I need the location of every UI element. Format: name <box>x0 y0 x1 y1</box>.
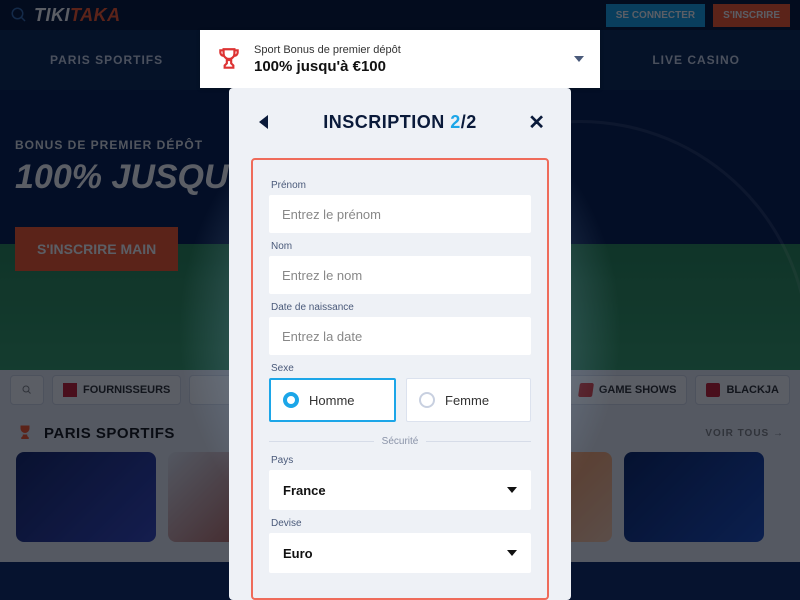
close-icon[interactable]: ✕ <box>528 110 545 135</box>
radio-dot-icon <box>419 392 435 408</box>
radio-dot-icon <box>283 392 299 408</box>
registration-modal: INSCRIPTION 2/2 ✕ Prénom Nom Date de nai… <box>229 88 571 600</box>
bonus-line2: 100% jusqu'à €100 <box>254 58 401 75</box>
label-devise: Devise <box>271 518 531 529</box>
firstname-input[interactable] <box>269 195 531 233</box>
caret-down-icon <box>507 487 517 493</box>
modal-header: INSCRIPTION 2/2 ✕ <box>229 88 571 156</box>
bonus-line1: Sport Bonus de premier dépôt <box>254 44 401 56</box>
back-arrow-icon[interactable] <box>259 115 268 129</box>
currency-select[interactable]: Euro <box>269 533 531 573</box>
label-dob: Date de naissance <box>271 302 531 313</box>
modal-title: INSCRIPTION 2/2 <box>323 112 477 133</box>
select-value: France <box>283 483 326 498</box>
gender-radio-group: Homme Femme <box>269 378 531 422</box>
radio-label: Homme <box>309 393 355 408</box>
radio-femme[interactable]: Femme <box>406 378 531 422</box>
bonus-banner[interactable]: Sport Bonus de premier dépôt 100% jusqu'… <box>200 30 600 88</box>
label-sexe: Sexe <box>271 363 531 374</box>
dob-input[interactable] <box>269 317 531 355</box>
country-select[interactable]: France <box>269 470 531 510</box>
trophy-icon <box>216 46 242 72</box>
radio-label: Femme <box>445 393 489 408</box>
chevron-down-icon[interactable] <box>574 56 584 62</box>
lastname-input[interactable] <box>269 256 531 294</box>
section-divider-securite: Sécurité <box>269 436 531 447</box>
label-pays: Pays <box>271 455 531 466</box>
select-value: Euro <box>283 546 313 561</box>
radio-homme[interactable]: Homme <box>269 378 396 422</box>
label-prenom: Prénom <box>271 180 531 191</box>
label-nom: Nom <box>271 241 531 252</box>
caret-down-icon <box>507 550 517 556</box>
form-container: Prénom Nom Date de naissance Sexe Homme … <box>251 158 549 600</box>
